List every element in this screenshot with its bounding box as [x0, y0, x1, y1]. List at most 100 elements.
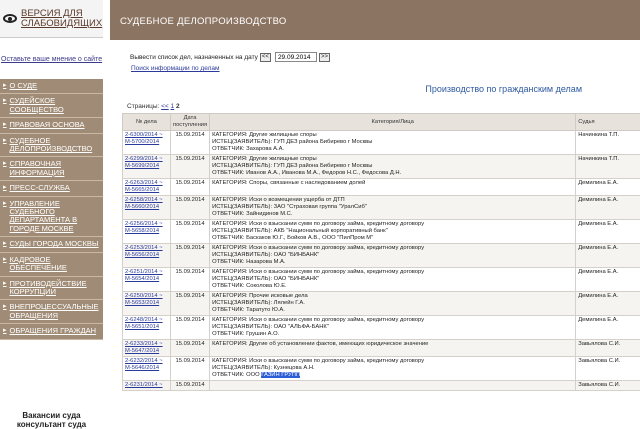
- category-line: ИСТЕЦ(ЗАЯВИТЕЛЬ): Кузнецова А.Н.: [212, 365, 573, 372]
- sidebar-menu-item[interactable]: ▸ КАДРОВОЕ ОБЕСПЕЧЕНИЕ: [0, 253, 103, 277]
- case-number-link[interactable]: 2-6253/2014 ~: [125, 245, 168, 252]
- sidebar-menu: ▸ О СУДЕ ▸ СУДЕЙСКОЕ СООБЩЕСТВО ▸ ПРАВОВАЯ ОС…: [0, 79, 103, 340]
- pagination-prev[interactable]: <<: [161, 103, 169, 110]
- category-heading[interactable]: Производство по гражданским делам: [425, 84, 582, 94]
- category-line-text: КАТЕГОРИЯ: Споры, связанные с наследован…: [212, 180, 366, 186]
- sidebar-menu-label[interactable]: ОБРАЩЕНИЯ ГРАЖДАН: [10, 326, 97, 335]
- case-number-link[interactable]: 2-6263/2014 ~: [125, 180, 168, 187]
- sidebar-menu-item[interactable]: ▸ ПРАВОВАЯ ОСНОВА: [0, 118, 103, 134]
- sidebar-menu-item[interactable]: ▸ СПРАВОЧНАЯ ИНФОРМАЦИЯ: [0, 157, 103, 182]
- header-judge: Судья: [575, 113, 640, 131]
- pagination: Страницы: << 1 2: [127, 103, 180, 110]
- case-number-link[interactable]: М-5653/2014: [125, 300, 168, 307]
- sidebar-menu-label[interactable]: УПРАВЛЕНИЕ СУДЕБНОГО ДЕПАРТАМЕНТА В ГОРО…: [10, 199, 101, 234]
- case-number-link[interactable]: 2-6248/2014 ~: [125, 317, 168, 324]
- accessibility-label[interactable]: ВЕРСИЯ ДЛЯ СЛАБОВИДЯЩИХ: [21, 8, 103, 29]
- category-cell: КАТЕГОРИЯ: Споры, связанные с наследован…: [209, 178, 577, 196]
- date-filter: Вывести список дел, назначенных на дату …: [130, 52, 332, 62]
- category-line-text: КАТЕГОРИЯ: Иски о возмещении ущерба от Д…: [212, 197, 345, 203]
- date-cell: 15.09.2014: [169, 219, 211, 244]
- category-line-text: КАТЕГОРИЯ: Иски о взыскании сумм по дого…: [212, 221, 425, 227]
- judge-cell: Завьялова С.И.: [575, 380, 640, 391]
- sidebar-menu-label[interactable]: ПРАВОВАЯ ОСНОВА: [10, 120, 85, 129]
- sidebar-menu-label[interactable]: СПРАВОЧНАЯ ИНФОРМАЦИЯ: [10, 160, 101, 177]
- date-cell: 15.09.2014: [169, 267, 211, 292]
- vacancies-link[interactable]: Вакансии суда: [0, 411, 103, 420]
- case-number-link[interactable]: 2-6258/2014 ~: [125, 197, 168, 204]
- case-number-cell: 2-6256/2014 ~ М-5658/2014: [122, 219, 171, 244]
- category-line-text: ИСТЕЦ(ЗАЯВИТЕЛЬ): Кузнецова А.Н.: [212, 365, 315, 371]
- category-line-text: ОТВЕТЧИК: Зайнидинов М.С.: [212, 211, 293, 217]
- case-number-link[interactable]: М-5654/2014: [125, 276, 168, 283]
- category-line: КАТЕГОРИЯ: Споры, связанные с наследован…: [212, 180, 573, 187]
- case-number-link[interactable]: 2-6231/2014 ~: [125, 382, 168, 389]
- sidebar-menu-label[interactable]: ПРЕСС-СЛУЖБА: [10, 183, 70, 192]
- sidebar-menu-label[interactable]: СУДЕЙСКОЕ СООБЩЕСТВО: [10, 97, 101, 114]
- arrow-right-icon: ▸: [3, 97, 7, 105]
- case-number-link[interactable]: 2-6300/2014 ~: [125, 132, 168, 139]
- sidebar-footer: Вакансии суда консультант суда: [0, 400, 103, 429]
- sidebar-menu-item[interactable]: ▸ О СУДЕ: [0, 79, 103, 95]
- judge-cell: Демилина Е.А.: [575, 178, 640, 196]
- arrow-right-icon: ▸: [3, 327, 7, 335]
- category-line-text: ОТВЕТЧИК: Баскаков Ю.Г., Бойков А.В., ОО…: [212, 235, 374, 241]
- case-number-link[interactable]: М-5658/2014: [125, 228, 168, 235]
- category-line: КАТЕГОРИЯ: Другие жилищные споры: [212, 132, 573, 139]
- case-number-link[interactable]: 2-6232/2014 ~: [125, 358, 168, 365]
- case-number-cell: 2-6250/2014 ~ М-5653/2014: [122, 291, 171, 316]
- arrow-right-icon: ▸: [3, 199, 7, 207]
- sidebar-menu-item[interactable]: ▸ СУДЫ ГОРОДА МОСКВЫ: [0, 237, 103, 253]
- case-number-link[interactable]: 2-6250/2014 ~: [125, 293, 168, 300]
- case-number-link[interactable]: М-5665/2014: [125, 187, 168, 194]
- case-number-link[interactable]: М-5647/2014: [125, 348, 168, 355]
- case-search-link[interactable]: Поиск информации по делам: [131, 65, 220, 72]
- prev-date-button[interactable]: <<: [259, 52, 271, 62]
- category-line: ОТВЕТЧИК: ООО ГАЗИН ГРУПП: [212, 372, 573, 379]
- case-number-cell: 2-6233/2014 ~ М-5647/2014: [122, 339, 171, 357]
- sidebar-menu-item[interactable]: ▸ ПРОТИВОДЕЙСТВИЕ КОРРУПЦИИ: [0, 277, 103, 301]
- case-number-link[interactable]: 2-6299/2014 ~: [125, 156, 168, 163]
- pagination-page-1[interactable]: 1: [171, 103, 175, 110]
- table-row: 2-6233/2014 ~ М-5647/2014 15.09.2014 КАТЕГО…: [122, 339, 640, 357]
- sidebar-menu-item[interactable]: ▸ ОБРАЩЕНИЯ ГРАЖДАН: [0, 324, 103, 340]
- case-number-link[interactable]: 2-6256/2014 ~: [125, 221, 168, 228]
- category-cell: КАТЕГОРИЯ: Другие жилищные споры ИСТЕЦ(ЗА…: [209, 154, 577, 179]
- case-number-link[interactable]: М-5699/2014: [125, 163, 168, 170]
- case-number-link[interactable]: 2-6251/2014 ~: [125, 269, 168, 276]
- consultant-text[interactable]: консультант суда: [0, 420, 103, 429]
- sidebar-menu-label[interactable]: ВНЕПРОЦЕССУАЛЬНЫЕ ОБРАЩЕНИЯ: [10, 303, 101, 320]
- sidebar-menu-label[interactable]: ПРОТИВОДЕЙСТВИЕ КОРРУПЦИИ: [10, 279, 101, 297]
- arrow-right-icon: ▸: [3, 160, 7, 168]
- sidebar-menu-item[interactable]: ▸ СУДЕБНОЕ ДЕЛОПРОИЗВОДСТВО: [0, 134, 103, 158]
- category-cell: [209, 380, 577, 391]
- arrow-right-icon: ▸: [3, 303, 7, 311]
- judge-cell: Завьялова С.И.: [575, 356, 640, 381]
- table-row: 2-6258/2014 ~ М-5660/2014 15.09.2014 КАТЕГО…: [122, 195, 640, 220]
- table-row: 2-6263/2014 ~ М-5665/2014 15.09.2014 КАТЕГО…: [122, 178, 640, 196]
- sidebar-menu-item[interactable]: ▸ УПРАВЛЕНИЕ СУДЕБНОГО ДЕПАРТАМЕНТА В ГОР…: [0, 197, 103, 238]
- header-case-number: № дела: [122, 113, 171, 131]
- sidebar-menu-item[interactable]: ▸ СУДЕЙСКОЕ СООБЩЕСТВО: [0, 94, 103, 119]
- category-line-text: ОТВЕТЧИК: Захарова А.А.: [212, 146, 285, 152]
- sidebar-menu-item[interactable]: ▸ ПРЕСС-СЛУЖБА: [0, 181, 103, 197]
- case-number-link[interactable]: М-5646/2014: [125, 365, 168, 372]
- sidebar-menu-label[interactable]: О СУДЕ: [10, 81, 38, 90]
- sidebar-menu-item[interactable]: ▸ ВНЕПРОЦЕССУАЛЬНЫЕ ОБРАЩЕНИЯ: [0, 300, 103, 325]
- case-number-link[interactable]: 2-6233/2014 ~: [125, 341, 168, 348]
- case-number-link[interactable]: М-5656/2014: [125, 252, 168, 259]
- case-number-link[interactable]: М-5651/2014: [125, 324, 168, 331]
- category-line: ИСТЕЦ(ЗАЯВИТЕЛЬ): ГУП ДЕЗ района Бибирев…: [212, 139, 573, 146]
- sidebar-menu-label[interactable]: СУДЫ ГОРОДА МОСКВЫ: [10, 239, 99, 248]
- case-number-link[interactable]: М-5660/2014: [125, 204, 168, 211]
- category-line-text: КАТЕГОРИЯ: Другие жилищные споры: [212, 156, 317, 162]
- next-date-button[interactable]: >>: [318, 52, 330, 62]
- judge-cell: Начинкина Т.П.: [575, 130, 640, 155]
- date-input[interactable]: [274, 52, 317, 62]
- case-number-link[interactable]: М-5700/2014: [125, 139, 168, 146]
- date-cell: 15.09.2014: [169, 130, 211, 155]
- sidebar-menu-label[interactable]: СУДЕБНОЕ ДЕЛОПРОИЗВОДСТВО: [10, 136, 101, 154]
- table-row: 2-6300/2014 ~ М-5700/2014 15.09.2014 КАТЕГО…: [122, 130, 640, 155]
- sidebar-menu-label[interactable]: КАДРОВОЕ ОБЕСПЕЧЕНИЕ: [10, 255, 101, 273]
- category-line: КАТЕГОРИЯ: Иски о возмещении ущерба от Д…: [212, 197, 573, 204]
- accessibility-version-link[interactable]: ВЕРСИЯ ДЛЯ СЛАБОВИДЯЩИХ: [0, 0, 103, 38]
